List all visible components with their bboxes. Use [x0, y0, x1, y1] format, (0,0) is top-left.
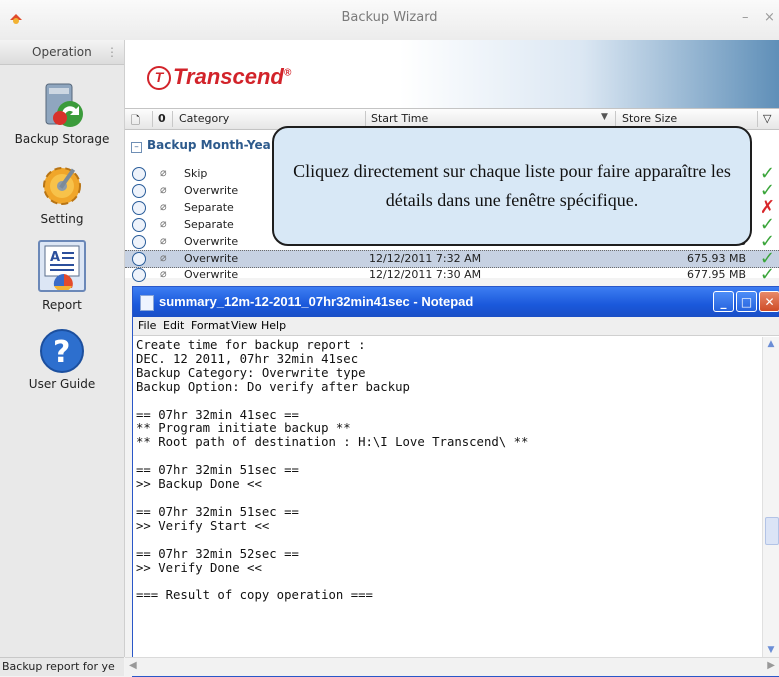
row-category: Overwrite [184, 235, 239, 248]
menu-view[interactable]: View [231, 319, 257, 332]
file-icon[interactable]: 🗋 [131, 112, 140, 131]
sidebar: Operation ⋮ Backup Storage Setting A Rep… [0, 40, 125, 657]
row-category: Skip [184, 167, 208, 180]
sidebar-item-setting[interactable]: Setting [0, 160, 124, 226]
svg-text:A: A [50, 250, 60, 265]
menu-edit[interactable]: Edit [163, 319, 184, 332]
restore-icon [132, 201, 146, 215]
menu-help[interactable]: Help [261, 319, 286, 332]
column-store-size[interactable]: Store Size [622, 112, 677, 125]
scroll-down-icon[interactable]: ▼ [765, 645, 777, 657]
notepad-window: summary_12m-12-2011_07hr32min41sec - Not… [132, 286, 779, 677]
group-header[interactable]: – Backup Month-Yea [131, 138, 271, 153]
grip-icon[interactable]: ⋮ [106, 40, 118, 64]
restore-icon [132, 184, 146, 198]
sidebar-header-label: Operation [32, 45, 92, 59]
row-start-time: 12/12/2011 7:30 AM [369, 268, 482, 281]
notepad-title-bar: summary_12m-12-2011_07hr32min41sec - Not… [133, 287, 779, 317]
minimize-button[interactable]: _ [713, 291, 734, 312]
scroll-up-icon[interactable]: ▲ [765, 339, 777, 351]
sidebar-item-label: User Guide [28, 377, 96, 391]
help-icon: ? [36, 325, 88, 377]
sidebar-item-backup-storage[interactable]: Backup Storage [0, 80, 124, 146]
attachment-icon: ⌀ [160, 166, 167, 179]
menu-file[interactable]: File [138, 319, 156, 332]
scroll-right-icon[interactable]: ▶ [767, 660, 775, 671]
window-title: Backup Wizard [341, 10, 438, 25]
scroll-thumb[interactable] [765, 517, 779, 545]
transcend-logo: T Transcend® [147, 64, 292, 91]
menu-format[interactable]: Format [191, 319, 230, 332]
backup-storage-icon [36, 80, 88, 132]
status-text: Backup report for ye [2, 660, 115, 673]
brand-banner: T Transcend® [125, 40, 779, 108]
row-category: Overwrite [184, 252, 239, 265]
status-bar: Backup report for ye [0, 657, 124, 676]
restore-icon [132, 235, 146, 249]
notepad-icon [140, 295, 154, 311]
close-button[interactable]: ✕ [759, 291, 779, 312]
gear-icon [36, 160, 88, 212]
sort-down-icon[interactable]: ▼ [601, 112, 608, 122]
vertical-scrollbar[interactable]: ▲ ▼ [762, 337, 779, 659]
svg-text:?: ? [53, 335, 70, 370]
attachment-icon: ⌀ [160, 251, 167, 264]
collapse-icon[interactable]: – [131, 142, 142, 153]
attachment-icon: ⌀ [160, 267, 167, 280]
attachment-icon: ⌀ [160, 200, 167, 213]
restore-icon [132, 252, 146, 266]
row-category: Separate [184, 201, 234, 214]
table-row[interactable]: ⌀ Overwrite 12/12/2011 7:30 AM 677.95 MB… [125, 264, 779, 285]
sidebar-item-report[interactable]: A Report [0, 240, 124, 312]
horizontal-scrollbar[interactable]: ◀ ▶ [125, 657, 779, 676]
row-size: 675.93 MB [686, 252, 746, 265]
restore-icon [132, 218, 146, 232]
sidebar-header: Operation ⋮ [0, 40, 124, 65]
row-category: Overwrite [184, 268, 239, 281]
restore-icon [132, 167, 146, 181]
attachment-icon: ⌀ [160, 234, 167, 247]
sidebar-item-label: Setting [40, 212, 84, 226]
title-bar: Backup Wizard – × [0, 0, 779, 41]
check-icon: ✓ [759, 264, 775, 285]
sidebar-item-label: Backup Storage [14, 132, 110, 146]
scroll-left-icon[interactable]: ◀ [129, 660, 137, 671]
attachment-icon: ⌀ [160, 183, 167, 196]
brand-reg: ® [283, 67, 292, 79]
row-category: Separate [184, 218, 234, 231]
report-icon: A [38, 240, 86, 292]
maximize-button[interactable]: □ [736, 291, 757, 312]
notepad-menu-bar: File Edit Format View Help [133, 317, 779, 336]
row-start-time: 12/12/2011 7:32 AM [369, 252, 482, 265]
sidebar-item-user-guide[interactable]: ? User Guide [0, 325, 124, 391]
sidebar-item-label: Report [42, 298, 82, 312]
attachment-icon: ⌀ [160, 217, 167, 230]
column-start-time[interactable]: Start Time [371, 112, 428, 125]
minimize-button[interactable]: – [742, 10, 749, 25]
group-label: Backup Month-Yea [147, 138, 271, 152]
notepad-title: summary_12m-12-2011_07hr32min41sec - Not… [159, 294, 474, 309]
filter-icon[interactable]: ▽ [763, 112, 771, 125]
brand-name: Transcend [173, 64, 284, 89]
table-row-selected[interactable]: ⌀ Overwrite 12/12/2011 7:32 AM 675.93 MB… [125, 248, 779, 269]
column-category[interactable]: Category [179, 112, 229, 125]
notepad-text-area[interactable]: Create time for backup report : DEC. 12 … [133, 337, 761, 657]
close-button[interactable]: × [764, 10, 775, 25]
callout-text: Cliquez directement sur chaque liste pou… [293, 161, 731, 210]
row-category: Overwrite [184, 184, 239, 197]
attachment-icon[interactable]: 0 [158, 112, 166, 125]
row-size: 677.95 MB [686, 268, 746, 281]
restore-icon [132, 268, 146, 282]
instruction-callout: Cliquez directement sur chaque liste pou… [272, 126, 752, 246]
